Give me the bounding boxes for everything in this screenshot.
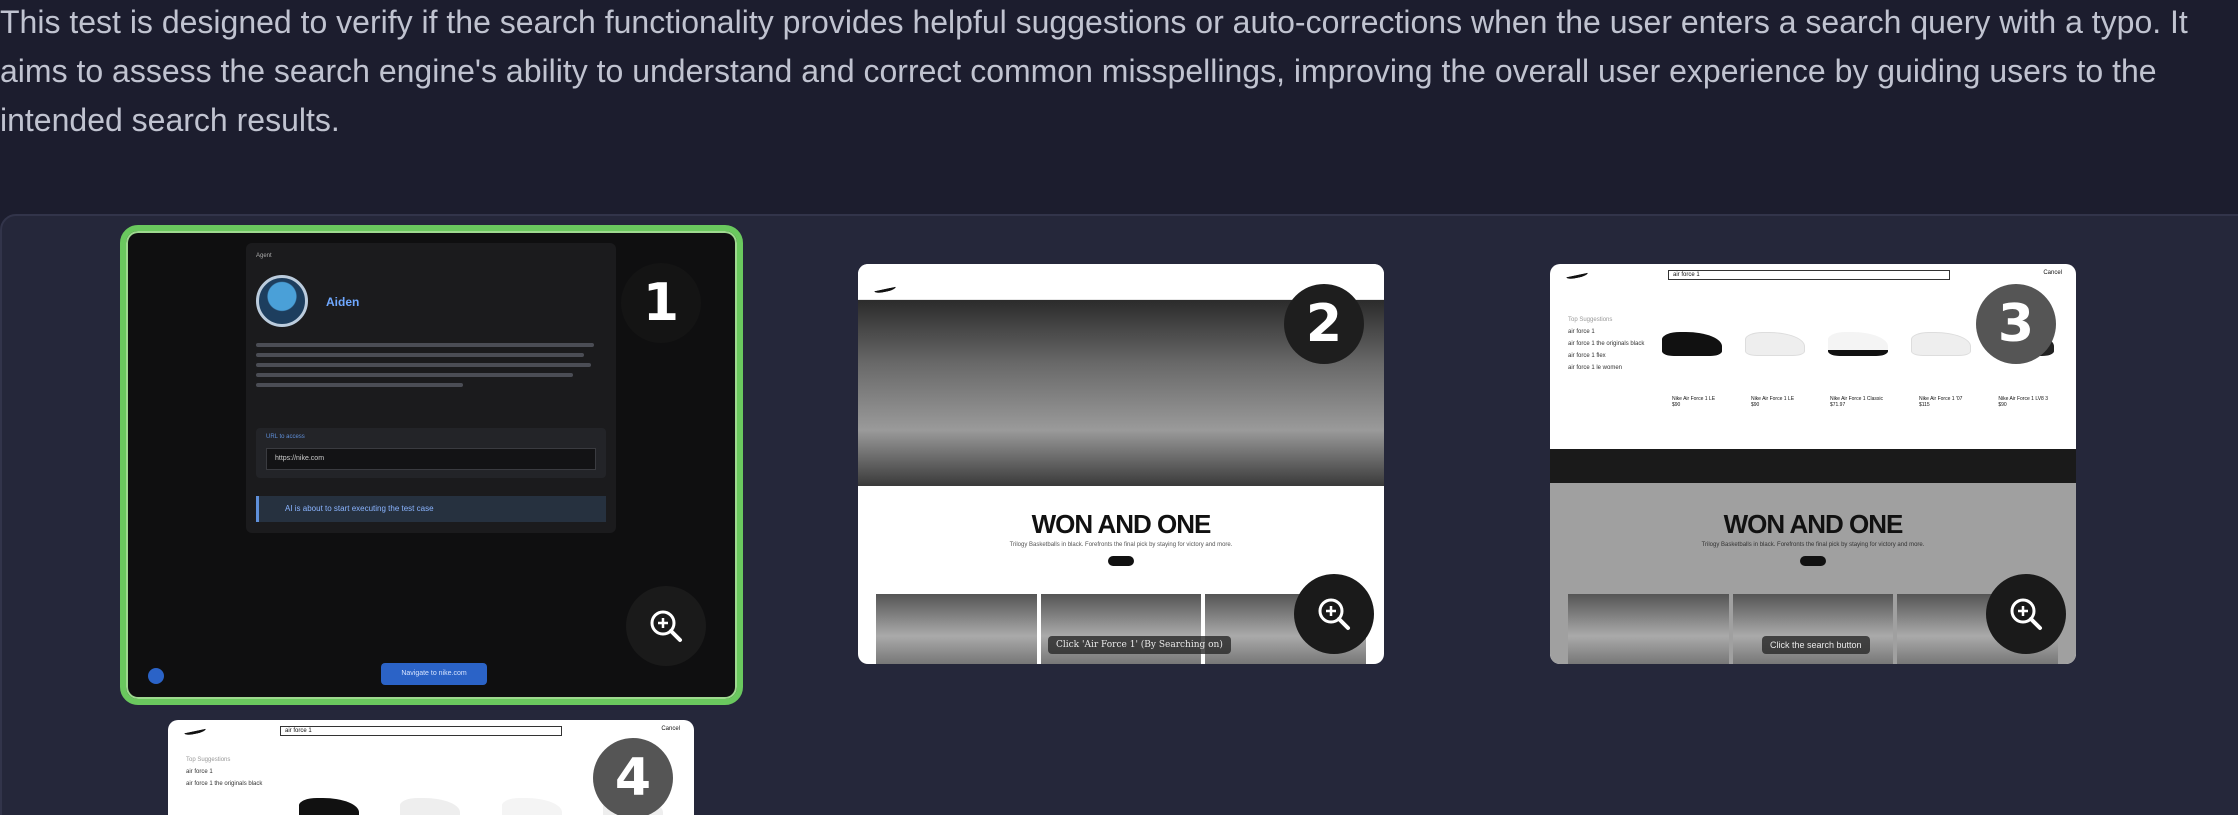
suggestion-item: air force 1 the originals black bbox=[186, 781, 263, 787]
suggestion-item: air force 1 bbox=[1568, 329, 1595, 335]
nike-logo-icon bbox=[873, 283, 897, 295]
step-caption: Click 'Air Force 1' (By Searching on) bbox=[1048, 636, 1231, 654]
step-number-badge: 3 bbox=[1976, 284, 2056, 364]
cancel-link: Cancel bbox=[2043, 270, 2062, 276]
zoom-in-icon[interactable] bbox=[626, 586, 706, 666]
hero-headline: WON AND ONE bbox=[1723, 509, 1904, 539]
product-item: Nike Air Force 1 LE $90 bbox=[1671, 396, 1716, 408]
agent-label: Agent bbox=[256, 253, 272, 259]
product-list: Nike Air Force 1 LE $90 Nike Air Force 1 … bbox=[1654, 396, 2066, 408]
description-line-2: aims to assess the search engine's abili… bbox=[0, 53, 2157, 89]
agent-name: Aiden bbox=[326, 295, 360, 309]
product-item: Nike Air Force 1 LE $90 bbox=[1750, 396, 1795, 408]
step-caption: Click the search button bbox=[1762, 636, 1870, 654]
suggestions-title: Top Suggestions bbox=[186, 757, 231, 763]
nike-logo-icon bbox=[1565, 269, 1589, 281]
avatar bbox=[256, 275, 308, 327]
url-input: https://nike.com bbox=[266, 448, 596, 470]
suggestions-list: Top Suggestions air force 1 air force 1 … bbox=[1568, 314, 1658, 374]
step-number-badge: 1 bbox=[621, 263, 701, 343]
step-number-badge: 2 bbox=[1284, 284, 1364, 364]
screenshot-thumbnail-2[interactable]: WON AND ONE Trilogy Basketballs in black… bbox=[858, 264, 1384, 664]
suggestion-item: air force 1 the originals black bbox=[1568, 341, 1645, 347]
step-number-badge: 4 bbox=[593, 738, 673, 815]
suggestion-item: air force 1 le women bbox=[1568, 365, 1623, 371]
suggestion-item: air force 1 bbox=[186, 769, 213, 775]
nike-logo-icon bbox=[183, 725, 207, 737]
screenshot-thumbnail-1[interactable]: Agent Aiden URL to access https://nike.c… bbox=[120, 225, 743, 705]
search-input: air force 1 bbox=[1668, 270, 1950, 280]
description-line-1: This test is designed to verify if the s… bbox=[0, 4, 2188, 40]
hero-subline: Trilogy Basketballs in black. Forefronts… bbox=[1701, 542, 1925, 548]
shop-pill bbox=[1108, 556, 1134, 566]
zoom-in-icon[interactable] bbox=[1986, 574, 2066, 654]
hero-headline: WON AND ONE bbox=[1031, 509, 1212, 539]
url-label: URL to access bbox=[266, 434, 305, 440]
cancel-link: Cancel bbox=[661, 726, 680, 732]
description-line-3: intended search results. bbox=[0, 102, 340, 138]
suggestion-item: air force 1 flex bbox=[1568, 353, 1606, 359]
help-icon bbox=[148, 668, 164, 684]
search-input: air force 1 bbox=[280, 726, 562, 736]
agent-description bbox=[256, 343, 601, 393]
suggestions-list: Top Suggestions air force 1 air force 1 … bbox=[186, 754, 276, 790]
product-item: Nike Air Force 1 LV8 3 $90 bbox=[1998, 396, 2049, 408]
screenshot-thumbnail-3[interactable]: air force 1 Cancel Top Suggestions air f… bbox=[1550, 264, 2076, 664]
suggestions-title: Top Suggestions bbox=[1568, 317, 1613, 323]
status-message: AI is about to start executing the test … bbox=[256, 496, 606, 522]
product-item: Nike Air Force 1 Classic $71.97 bbox=[1829, 396, 1884, 408]
shop-pill bbox=[1800, 556, 1826, 566]
product-item: Nike Air Force 1 '07 $115 bbox=[1918, 396, 1963, 408]
screenshot-thumbnail-4[interactable]: air force 1 Cancel Top Suggestions air f… bbox=[168, 720, 694, 815]
hero-strip bbox=[1550, 449, 2076, 483]
hero-subline: Trilogy Basketballs in black. Forefronts… bbox=[1009, 542, 1233, 548]
agent-card: Agent Aiden URL to access https://nike.c… bbox=[246, 243, 616, 533]
test-description: This test is designed to verify if the s… bbox=[0, 0, 2238, 145]
navigate-button: Navigate to nike.com bbox=[381, 663, 487, 685]
url-field-group: URL to access https://nike.com bbox=[256, 428, 606, 478]
zoom-in-icon[interactable] bbox=[1294, 574, 1374, 654]
